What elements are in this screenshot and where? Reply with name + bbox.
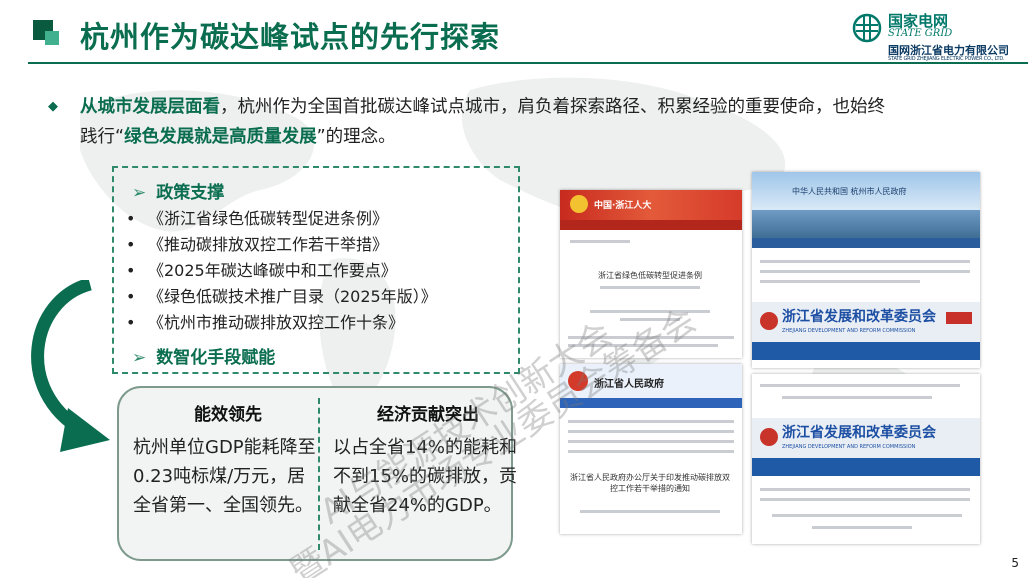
policy-heading: ➢ 政策支撑 bbox=[132, 178, 224, 203]
ndrc-name-en: ZHEJIANG DEVELOPMENT AND REFORM COMMISSI… bbox=[782, 328, 916, 334]
stat-text: 以占全省14%的能耗和不到15%的碳排放，贡献全省24%的GDP。 bbox=[333, 437, 518, 516]
list-item: • 《绿色低碳技术推广目录（2025年版）》 bbox=[126, 284, 437, 310]
text-line bbox=[812, 526, 912, 529]
page-number: 5 bbox=[1011, 556, 1019, 570]
stat-economic-contribution: 经济贡献突出 以占全省14%的能耗和不到15%的碳排放，贡献全省24%的GDP。 bbox=[333, 400, 523, 520]
text-line bbox=[570, 240, 630, 243]
policy-heading-text: 政策支撑 bbox=[156, 183, 225, 203]
banner-scene bbox=[752, 210, 980, 238]
intro-text-1: ，杭州作为全国首批碳达峰试点城市，肩负着探索路径、积累经验的重要使命，也始终 bbox=[220, 97, 885, 117]
site-nav bbox=[560, 398, 742, 408]
text-line bbox=[568, 336, 734, 339]
policy-list: • 《浙江省绿色低碳转型促进条例》 • 《推动碳排放双控工作若干举措》 • 《2025… bbox=[126, 206, 437, 336]
intro-highlight-2: 绿色发展就是高质量发展 bbox=[124, 127, 317, 147]
national-emblem-icon bbox=[760, 312, 778, 330]
intro-text-2b: ”的理念。 bbox=[316, 127, 396, 147]
stat-text: 杭州单位GDP能耗降至0.23吨标煤/万元，居全省第一、全国领先。 bbox=[133, 437, 316, 516]
search-button bbox=[946, 312, 972, 324]
site-nav bbox=[752, 342, 980, 360]
text-line bbox=[760, 488, 970, 491]
text-line bbox=[760, 280, 920, 283]
national-emblem-icon bbox=[760, 428, 778, 446]
policy-item-text: 《推动碳排放双控工作若干举措》 bbox=[148, 235, 389, 254]
list-item: • 《推动碳排放双控工作若干举措》 bbox=[126, 232, 437, 258]
text-line bbox=[760, 498, 970, 501]
national-emblem-icon bbox=[568, 371, 588, 391]
text-line bbox=[590, 310, 710, 313]
text-line bbox=[772, 514, 962, 517]
doc-title: 浙江省人民政府办公厅关于印发推动碳排放双控工作若干举措的通知 bbox=[570, 473, 730, 493]
intro-text-2a: 践行“ bbox=[80, 127, 125, 147]
doc-screenshot-hangzhou-government: 中华人民共和国 杭州市人民政府 浙江省发展和改革委员会 ZHEJIANG DEV… bbox=[752, 172, 980, 368]
header-accent-square-light bbox=[45, 31, 59, 45]
ndrc-name: 浙江省发展和改革委员会 bbox=[782, 425, 936, 441]
text-line bbox=[760, 270, 970, 273]
logo-en-text: STATE GRID bbox=[888, 28, 953, 39]
site-name: 中华人民共和国 杭州市人民政府 bbox=[792, 187, 907, 196]
arrow-bullet-icon: ➢ bbox=[132, 348, 147, 368]
intro-highlight-1: 从城市发展层面看 bbox=[80, 97, 220, 117]
site-nav bbox=[752, 458, 980, 476]
doc-screenshot-zhejiang-congress: 中国·浙江人大 浙江省绿色低碳转型促进条例 bbox=[560, 190, 742, 358]
site-banner: 中国·浙江人大 bbox=[560, 190, 742, 220]
site-banner: 浙江省人民政府 bbox=[560, 364, 742, 398]
dot-bullet-icon: • bbox=[126, 235, 136, 254]
doc-title: 浙江省绿色低碳转型促进条例 bbox=[598, 271, 702, 280]
text-line bbox=[568, 440, 734, 443]
stat-energy-efficiency: 能效领先 杭州单位GDP能耗降至0.23吨标煤/万元，居全省第一、全国领先。 bbox=[133, 400, 323, 520]
list-item: • 《2025年碳达峰碳中和工作要点》 bbox=[126, 258, 437, 284]
policy-support-box: ➢ 政策支撑 • 《浙江省绿色低碳转型促进条例》 • 《推动碳排放双控工作若干举措》 … bbox=[112, 166, 520, 374]
policy-item-text: 《杭州市推动碳排放双控工作十条》 bbox=[148, 313, 405, 332]
doc-screenshot-zhejiang-ndrc: 浙江省发展和改革委员会 ZHEJIANG DEVELOPMENT AND REF… bbox=[752, 374, 980, 544]
arrow-bullet-icon: ➢ bbox=[132, 183, 147, 203]
intro-paragraph: ◆ 从城市发展层面看，杭州作为全国首批碳达峰试点城市，肩负着探索路径、积累经验的… bbox=[48, 92, 998, 152]
ndrc-name: 浙江省发展和改革委员会 bbox=[782, 309, 936, 325]
doc-screenshot-zhejiang-government: 浙江省人民政府 浙江省人民政府办公厅关于印发推动碳排放双控工作若干举措的通知 bbox=[560, 364, 742, 534]
company-name-en: STATE GRID ZHEJIANG ELECTRIC POWER CO., … bbox=[888, 56, 1005, 62]
site-name: 中国·浙江人大 bbox=[594, 201, 652, 211]
policy-item-text: 《浙江省绿色低碳转型促进条例》 bbox=[148, 209, 389, 228]
ndrc-name-en: ZHEJIANG DEVELOPMENT AND REFORM COMMISSI… bbox=[782, 444, 916, 450]
header-divider bbox=[28, 62, 1028, 64]
site-nav bbox=[560, 220, 742, 230]
national-emblem-icon bbox=[570, 195, 588, 213]
policy-item-text: 《绿色低碳技术推广目录（2025年版）》 bbox=[148, 287, 437, 306]
text-line bbox=[568, 344, 718, 347]
text-line bbox=[782, 396, 932, 399]
text-line bbox=[568, 420, 734, 423]
page-title: 杭州作为碳达峰试点的先行探索 bbox=[80, 20, 501, 54]
stats-box: 能效领先 杭州单位GDP能耗降至0.23吨标煤/万元，居全省第一、全国领先。 经… bbox=[117, 386, 517, 561]
policy-item-text: 《2025年碳达峰碳中和工作要点》 bbox=[148, 261, 397, 280]
text-line bbox=[580, 510, 720, 513]
ndrc-banner: 浙江省发展和改革委员会 ZHEJIANG DEVELOPMENT AND REF… bbox=[752, 418, 980, 458]
text-line bbox=[760, 384, 960, 387]
state-grid-logo: 国家电网 STATE GRID 国网浙江省电力有限公司 STATE GRID Z… bbox=[852, 8, 1027, 62]
dot-bullet-icon: • bbox=[126, 287, 136, 306]
list-item: • 《杭州市推动碳排放双控工作十条》 bbox=[126, 310, 437, 336]
site-nav bbox=[752, 238, 980, 248]
text-line bbox=[568, 450, 734, 453]
stat-title: 经济贡献突出 bbox=[377, 405, 479, 425]
stat-title: 能效领先 bbox=[194, 405, 262, 425]
dot-bullet-icon: • bbox=[126, 313, 136, 332]
diamond-bullet-icon: ◆ bbox=[48, 99, 58, 114]
dot-bullet-icon: • bbox=[126, 209, 136, 228]
text-line bbox=[760, 260, 970, 263]
state-grid-emblem-icon bbox=[852, 13, 882, 43]
curved-arrow-icon bbox=[31, 280, 110, 452]
digital-heading-text: 数智化手段赋能 bbox=[156, 348, 276, 368]
text-line bbox=[600, 286, 700, 289]
text-line bbox=[568, 430, 734, 433]
site-name: 浙江省人民政府 bbox=[594, 379, 664, 390]
dot-bullet-icon: • bbox=[126, 261, 136, 280]
digital-heading: ➢ 数智化手段赋能 bbox=[132, 343, 275, 368]
list-item: • 《浙江省绿色低碳转型促进条例》 bbox=[126, 206, 437, 232]
site-banner: 中华人民共和国 杭州市人民政府 bbox=[752, 172, 980, 210]
text-line bbox=[620, 318, 680, 321]
